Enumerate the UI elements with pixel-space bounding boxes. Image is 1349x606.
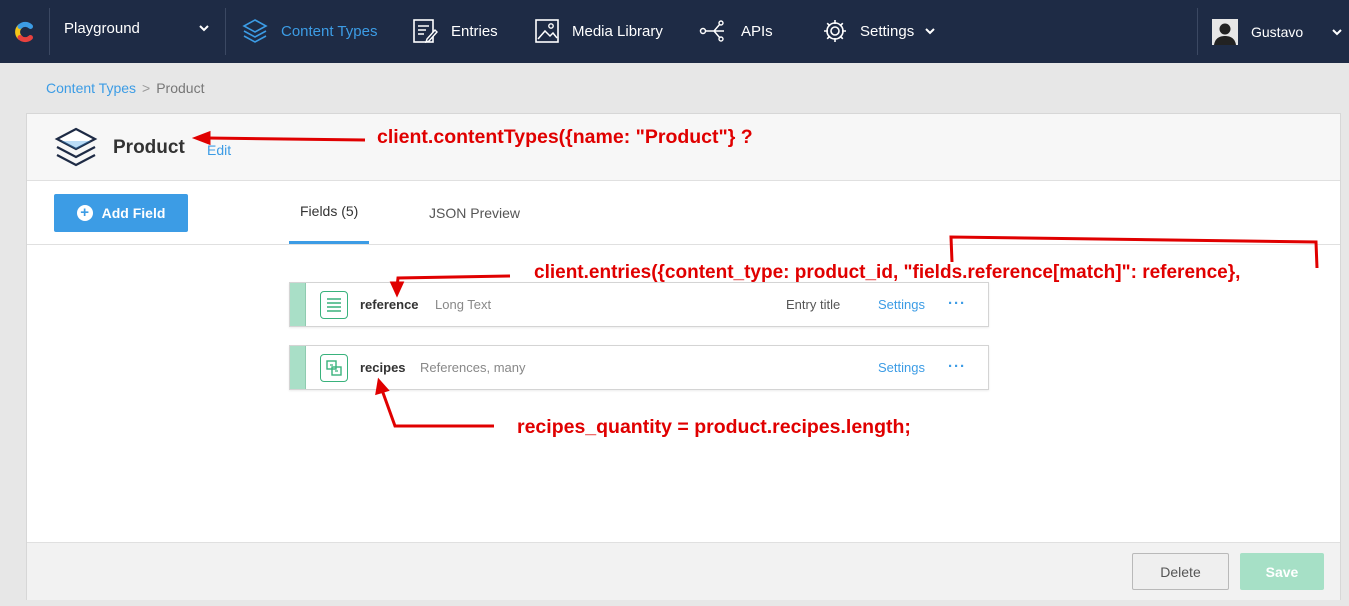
user-silhouette-icon	[1212, 19, 1238, 45]
nav-entries[interactable]: Entries	[411, 15, 498, 47]
nav-divider	[1197, 8, 1198, 55]
breadcrumb-separator: >	[142, 80, 151, 96]
panel-footer: Delete Save	[27, 542, 1340, 600]
field-row-reference[interactable]: reference Long Text Entry title Settings…	[289, 282, 989, 327]
user-menu[interactable]: Gustavo	[1212, 19, 1303, 45]
nav-divider	[225, 8, 226, 55]
content-type-panel: Product Edit + Add Field Fields (5) JSON…	[26, 113, 1341, 600]
chevron-down-icon	[925, 28, 935, 35]
references-icon	[320, 354, 348, 382]
save-button[interactable]: Save	[1240, 553, 1324, 590]
nav-label: Content Types	[281, 22, 378, 40]
nav-label: Entries	[451, 22, 498, 40]
chevron-down-icon[interactable]	[198, 22, 210, 34]
nav-label: Media Library	[572, 22, 663, 40]
tab-fields[interactable]: Fields (5)	[289, 181, 370, 244]
tab-json-preview[interactable]: JSON Preview	[418, 181, 531, 244]
nav-label: APIs	[741, 22, 773, 40]
nav-apis[interactable]: APIs	[699, 15, 773, 47]
annotation-text-3: recipes_quantity = product.recipes.lengt…	[517, 416, 911, 438]
plus-icon: +	[76, 205, 93, 221]
add-field-button[interactable]: + Add Field	[54, 194, 188, 232]
drag-handle[interactable]	[290, 346, 306, 389]
field-name: reference	[360, 297, 419, 312]
breadcrumb-content-types[interactable]: Content Types	[46, 80, 136, 96]
add-field-label: Add Field	[101, 205, 166, 221]
annotation-text-2: client.entries({content_type: product_id…	[534, 262, 1241, 283]
field-name: recipes	[360, 360, 406, 375]
field-type: Long Text	[435, 297, 492, 312]
edit-link[interactable]: Edit	[207, 142, 231, 158]
breadcrumb-current: Product	[156, 80, 205, 96]
long-text-icon	[320, 291, 348, 319]
more-options-icon[interactable]: ···	[948, 358, 966, 375]
space-selector[interactable]: Playground	[64, 20, 140, 37]
layers-icon	[54, 127, 98, 167]
nav-divider	[49, 8, 50, 55]
field-settings-link[interactable]: Settings	[878, 297, 925, 312]
page-title: Product	[113, 137, 185, 158]
image-icon	[535, 19, 559, 43]
field-row-recipes[interactable]: recipes References, many Settings ···	[289, 345, 989, 390]
annotation-text-1: client.contentTypes({name: "Product"} ?	[377, 126, 753, 148]
apis-icon	[699, 20, 724, 42]
field-settings-link[interactable]: Settings	[878, 360, 925, 375]
entry-title-badge: Entry title	[786, 297, 841, 312]
avatar	[1212, 19, 1238, 45]
layers-icon	[242, 19, 268, 43]
nav-content-types[interactable]: Content Types	[241, 15, 377, 47]
gear-icon	[824, 20, 846, 42]
chevron-down-icon[interactable]	[1331, 26, 1343, 38]
user-name: Gustavo	[1251, 24, 1304, 40]
nav-settings[interactable]: Settings	[822, 15, 936, 47]
drag-handle[interactable]	[290, 283, 306, 326]
more-options-icon[interactable]: ···	[948, 295, 966, 312]
entries-icon	[413, 19, 438, 44]
nav-label: Settings	[860, 22, 915, 40]
contentful-logo-icon[interactable]	[9, 16, 41, 48]
nav-media-library[interactable]: Media Library	[534, 15, 663, 47]
fields-toolbar: + Add Field Fields (5) JSON Preview	[27, 181, 1340, 245]
top-navigation: Playground Content Types Entries Media L…	[0, 0, 1349, 63]
delete-button[interactable]: Delete	[1132, 553, 1229, 590]
breadcrumb: Content Types > Product	[46, 80, 204, 96]
field-type: References, many	[420, 360, 526, 375]
